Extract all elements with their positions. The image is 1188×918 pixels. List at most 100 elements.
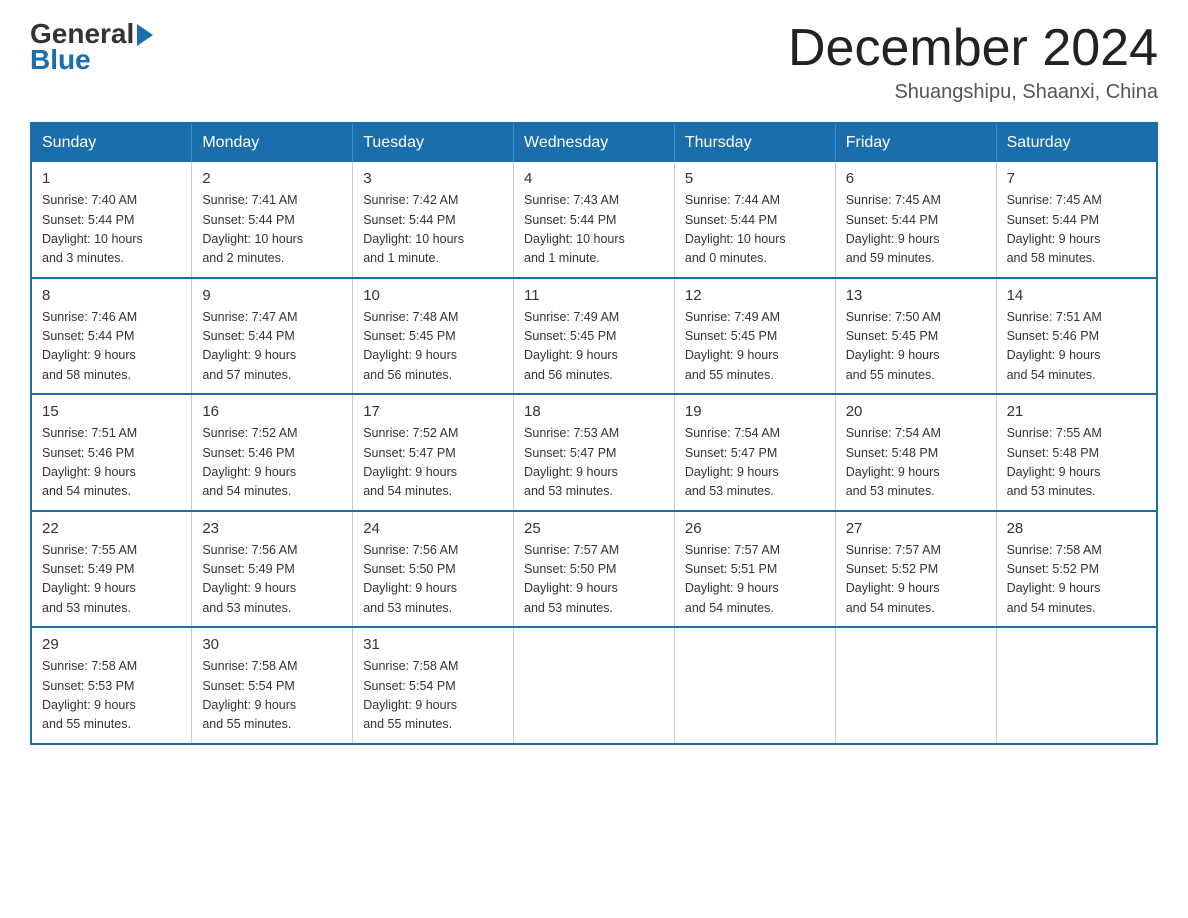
- calendar-day-3: 3Sunrise: 7:42 AMSunset: 5:44 PMDaylight…: [353, 162, 514, 278]
- calendar-day-29: 29 Sunrise: 7:58 AMSunset: 5:53 PMDayligh…: [31, 627, 192, 744]
- calendar-day-27: 27 Sunrise: 7:57 AMSunset: 5:52 PMDayligh…: [835, 511, 996, 628]
- day-number: 19: [685, 403, 825, 420]
- day-info: Sunrise: 7:40 AMSunset: 5:44 PMDaylight:…: [42, 191, 181, 269]
- day-info: Sunrise: 7:58 AMSunset: 5:53 PMDaylight:…: [42, 657, 181, 735]
- day-number: 28: [1007, 520, 1146, 537]
- day-number: 14: [1007, 287, 1146, 304]
- day-info: Sunrise: 7:43 AMSunset: 5:44 PMDaylight:…: [524, 191, 664, 269]
- day-info: Sunrise: 7:58 AMSunset: 5:54 PMDaylight:…: [202, 657, 342, 735]
- calendar-day-empty: [514, 627, 675, 744]
- day-number: 11: [524, 287, 664, 304]
- calendar-week-row: 8 Sunrise: 7:46 AMSunset: 5:44 PMDaylight…: [31, 278, 1157, 395]
- calendar-day-20: 20 Sunrise: 7:54 AMSunset: 5:48 PMDayligh…: [835, 394, 996, 511]
- day-number: 13: [846, 287, 986, 304]
- calendar-day-1: 1 Sunrise: 7:40 AMSunset: 5:44 PMDaylight…: [31, 162, 192, 278]
- weekday-header-thursday: Thursday: [674, 123, 835, 162]
- calendar-day-empty: [674, 627, 835, 744]
- day-info: Sunrise: 7:55 AMSunset: 5:48 PMDaylight:…: [1007, 424, 1146, 502]
- calendar-day-31: 31 Sunrise: 7:58 AMSunset: 5:54 PMDayligh…: [353, 627, 514, 744]
- day-number: 5: [685, 170, 825, 187]
- day-number: 9: [202, 287, 342, 304]
- calendar-day-8: 8 Sunrise: 7:46 AMSunset: 5:44 PMDaylight…: [31, 278, 192, 395]
- day-info: Sunrise: 7:50 AMSunset: 5:45 PMDaylight:…: [846, 308, 986, 386]
- location-text: Shuangshipu, Shaanxi, China: [788, 81, 1158, 104]
- day-info: Sunrise: 7:55 AMSunset: 5:49 PMDaylight:…: [42, 541, 181, 619]
- day-info: Sunrise: 7:56 AMSunset: 5:50 PMDaylight:…: [363, 541, 503, 619]
- calendar-day-7: 7Sunrise: 7:45 AMSunset: 5:44 PMDaylight…: [996, 162, 1157, 278]
- weekday-header-monday: Monday: [192, 123, 353, 162]
- day-number: 21: [1007, 403, 1146, 420]
- day-number: 26: [685, 520, 825, 537]
- day-number: 24: [363, 520, 503, 537]
- day-info: Sunrise: 7:57 AMSunset: 5:52 PMDaylight:…: [846, 541, 986, 619]
- day-info: Sunrise: 7:52 AMSunset: 5:47 PMDaylight:…: [363, 424, 503, 502]
- day-info: Sunrise: 7:44 AMSunset: 5:44 PMDaylight:…: [685, 191, 825, 269]
- calendar-day-empty: [835, 627, 996, 744]
- calendar-day-11: 11 Sunrise: 7:49 AMSunset: 5:45 PMDayligh…: [514, 278, 675, 395]
- calendar-week-row: 1 Sunrise: 7:40 AMSunset: 5:44 PMDaylight…: [31, 162, 1157, 278]
- day-number: 7: [1007, 170, 1146, 187]
- calendar-day-5: 5 Sunrise: 7:44 AMSunset: 5:44 PMDaylight…: [674, 162, 835, 278]
- day-info: Sunrise: 7:58 AMSunset: 5:52 PMDaylight:…: [1007, 541, 1146, 619]
- day-number: 17: [363, 403, 503, 420]
- day-number: 4: [524, 170, 664, 187]
- day-info: Sunrise: 7:49 AMSunset: 5:45 PMDaylight:…: [524, 308, 664, 386]
- day-number: 8: [42, 287, 181, 304]
- day-info: Sunrise: 7:53 AMSunset: 5:47 PMDaylight:…: [524, 424, 664, 502]
- day-number: 1: [42, 170, 181, 187]
- day-info: Sunrise: 7:45 AMSunset: 5:44 PMDaylight:…: [846, 191, 986, 269]
- calendar-day-12: 12 Sunrise: 7:49 AMSunset: 5:45 PMDayligh…: [674, 278, 835, 395]
- logo: General Blue: [30, 20, 153, 74]
- calendar-table: SundayMondayTuesdayWednesdayThursdayFrid…: [30, 122, 1158, 745]
- logo-triangle-icon: [137, 24, 153, 46]
- day-info: Sunrise: 7:49 AMSunset: 5:45 PMDaylight:…: [685, 308, 825, 386]
- day-info: Sunrise: 7:57 AMSunset: 5:50 PMDaylight:…: [524, 541, 664, 619]
- day-number: 10: [363, 287, 503, 304]
- calendar-day-26: 26 Sunrise: 7:57 AMSunset: 5:51 PMDayligh…: [674, 511, 835, 628]
- calendar-day-18: 18 Sunrise: 7:53 AMSunset: 5:47 PMDayligh…: [514, 394, 675, 511]
- day-info: Sunrise: 7:41 AMSunset: 5:44 PMDaylight:…: [202, 191, 342, 269]
- calendar-day-25: 25 Sunrise: 7:57 AMSunset: 5:50 PMDayligh…: [514, 511, 675, 628]
- day-number: 22: [42, 520, 181, 537]
- calendar-day-30: 30Sunrise: 7:58 AMSunset: 5:54 PMDayligh…: [192, 627, 353, 744]
- calendar-day-17: 17 Sunrise: 7:52 AMSunset: 5:47 PMDayligh…: [353, 394, 514, 511]
- calendar-week-row: 29 Sunrise: 7:58 AMSunset: 5:53 PMDayligh…: [31, 627, 1157, 744]
- logo-blue-text: Blue: [30, 46, 91, 74]
- day-info: Sunrise: 7:58 AMSunset: 5:54 PMDaylight:…: [363, 657, 503, 735]
- calendar-day-19: 19 Sunrise: 7:54 AMSunset: 5:47 PMDayligh…: [674, 394, 835, 511]
- month-title: December 2024: [788, 20, 1158, 77]
- calendar-day-13: 13 Sunrise: 7:50 AMSunset: 5:45 PMDayligh…: [835, 278, 996, 395]
- title-block: December 2024 Shuangshipu, Shaanxi, Chin…: [788, 20, 1158, 104]
- weekday-header-tuesday: Tuesday: [353, 123, 514, 162]
- day-number: 25: [524, 520, 664, 537]
- calendar-day-16: 16Sunrise: 7:52 AMSunset: 5:46 PMDayligh…: [192, 394, 353, 511]
- day-info: Sunrise: 7:51 AMSunset: 5:46 PMDaylight:…: [1007, 308, 1146, 386]
- calendar-day-4: 4 Sunrise: 7:43 AMSunset: 5:44 PMDaylight…: [514, 162, 675, 278]
- calendar-day-23: 23Sunrise: 7:56 AMSunset: 5:49 PMDayligh…: [192, 511, 353, 628]
- day-number: 6: [846, 170, 986, 187]
- weekday-header-friday: Friday: [835, 123, 996, 162]
- day-number: 27: [846, 520, 986, 537]
- calendar-day-empty: [996, 627, 1157, 744]
- day-info: Sunrise: 7:46 AMSunset: 5:44 PMDaylight:…: [42, 308, 181, 386]
- calendar-day-14: 14 Sunrise: 7:51 AMSunset: 5:46 PMDayligh…: [996, 278, 1157, 395]
- day-number: 18: [524, 403, 664, 420]
- calendar-day-21: 21 Sunrise: 7:55 AMSunset: 5:48 PMDayligh…: [996, 394, 1157, 511]
- day-number: 16: [202, 403, 342, 420]
- calendar-day-9: 9 Sunrise: 7:47 AMSunset: 5:44 PMDaylight…: [192, 278, 353, 395]
- weekday-header-sunday: Sunday: [31, 123, 192, 162]
- calendar-day-6: 6 Sunrise: 7:45 AMSunset: 5:44 PMDaylight…: [835, 162, 996, 278]
- weekday-header-wednesday: Wednesday: [514, 123, 675, 162]
- day-info: Sunrise: 7:57 AMSunset: 5:51 PMDaylight:…: [685, 541, 825, 619]
- day-info: Sunrise: 7:54 AMSunset: 5:48 PMDaylight:…: [846, 424, 986, 502]
- day-info: Sunrise: 7:48 AMSunset: 5:45 PMDaylight:…: [363, 308, 503, 386]
- calendar-day-28: 28 Sunrise: 7:58 AMSunset: 5:52 PMDayligh…: [996, 511, 1157, 628]
- day-number: 31: [363, 636, 503, 653]
- day-info: Sunrise: 7:54 AMSunset: 5:47 PMDaylight:…: [685, 424, 825, 502]
- day-number: 20: [846, 403, 986, 420]
- calendar-day-10: 10 Sunrise: 7:48 AMSunset: 5:45 PMDayligh…: [353, 278, 514, 395]
- day-number: 12: [685, 287, 825, 304]
- day-info: Sunrise: 7:47 AMSunset: 5:44 PMDaylight:…: [202, 308, 342, 386]
- day-number: 29: [42, 636, 181, 653]
- page-header: General Blue December 2024 Shuangshipu, …: [30, 20, 1158, 104]
